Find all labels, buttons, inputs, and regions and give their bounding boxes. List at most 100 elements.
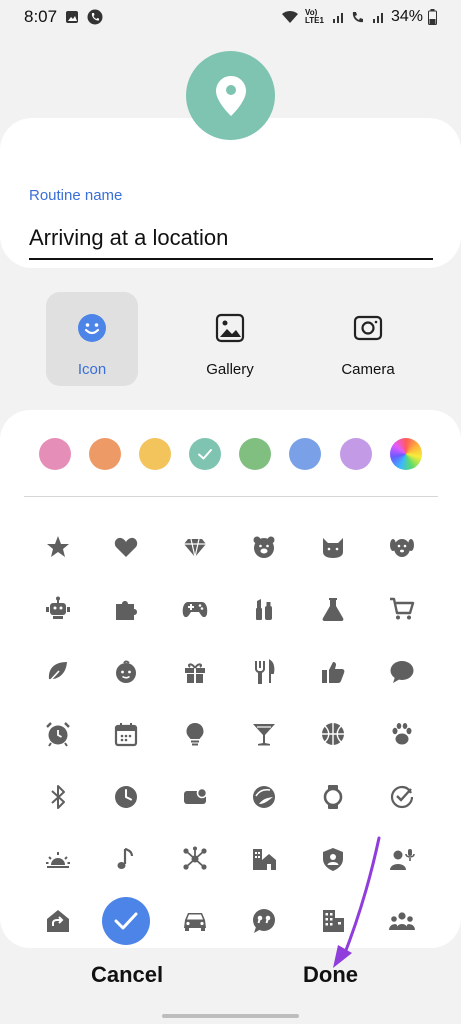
clock-icon — [115, 786, 137, 808]
icon-option[interactable] — [387, 594, 417, 624]
camera-option-button[interactable]: Camera — [322, 292, 414, 386]
icon-option[interactable] — [111, 719, 141, 749]
smiley-icon — [78, 314, 106, 342]
gallery-option-label: Gallery — [206, 361, 254, 378]
calendar-icon — [114, 723, 138, 747]
puzzle-icon — [116, 601, 137, 620]
done-button[interactable]: Done — [303, 962, 358, 988]
moon-icon — [253, 786, 275, 808]
icon-option[interactable] — [249, 782, 279, 812]
network-label: Vo) LTE1 — [304, 8, 324, 25]
icon-option[interactable] — [249, 594, 279, 624]
thumbs-up-icon — [322, 662, 345, 683]
icon-option[interactable] — [180, 782, 210, 812]
robot-icon — [46, 596, 70, 619]
icon-option[interactable] — [318, 782, 348, 812]
camera-icon — [353, 315, 383, 341]
icon-option[interactable] — [111, 532, 141, 562]
cat-icon — [323, 538, 343, 558]
utensils-icon — [255, 659, 275, 684]
icon-option[interactable] — [111, 594, 141, 624]
icon-option[interactable] — [318, 844, 348, 874]
routine-name-card: Routine name — [0, 118, 461, 268]
people-group-icon — [389, 912, 415, 930]
gamepad-icon — [182, 602, 208, 618]
signal-icon — [332, 13, 343, 23]
icon-option[interactable] — [43, 719, 73, 749]
person-mic-icon — [390, 849, 415, 870]
icon-picker-card — [0, 410, 461, 948]
icon-option[interactable] — [249, 532, 279, 562]
routine-name-label: Routine name — [29, 187, 123, 204]
sunrise-icon — [46, 852, 70, 868]
star-icon — [47, 536, 69, 557]
icon-option[interactable] — [387, 906, 417, 936]
wifi-calling-icon — [352, 12, 363, 23]
basketball-icon — [322, 723, 344, 745]
icon-option[interactable] — [180, 719, 210, 749]
status-bar: 8:07 Vo) LTE1 34% — [0, 0, 461, 34]
dog-icon — [390, 539, 414, 557]
car-icon — [184, 913, 206, 931]
icon-option[interactable] — [43, 532, 73, 562]
cancel-button[interactable]: Cancel — [91, 962, 163, 988]
bluetooth-icon — [51, 785, 65, 809]
shield-person-icon — [323, 848, 343, 871]
icon-option[interactable] — [318, 719, 348, 749]
icon-option[interactable] — [249, 844, 279, 874]
icon-option[interactable] — [318, 906, 348, 936]
icon-option[interactable] — [43, 844, 73, 874]
icon-option[interactable] — [43, 594, 73, 624]
routine-name-input[interactable] — [29, 218, 433, 260]
icon-option[interactable] — [180, 532, 210, 562]
office-building-icon — [323, 910, 344, 932]
quote-bubble-icon — [253, 909, 275, 933]
icon-option[interactable] — [111, 844, 141, 874]
battery-percent: 34% — [390, 8, 423, 25]
icon-option[interactable] — [102, 897, 150, 945]
icon-option[interactable] — [180, 657, 210, 687]
home-indicator — [162, 1014, 299, 1018]
icon-option[interactable] — [249, 657, 279, 687]
gallery-notification-icon — [66, 11, 79, 23]
location-pin-icon — [215, 75, 246, 116]
icon-option[interactable] — [43, 906, 73, 936]
icon-option[interactable] — [387, 844, 417, 874]
icon-option-button[interactable]: Icon — [46, 292, 138, 386]
toggle-icon — [184, 787, 208, 804]
icon-source-tabs: Icon Gallery Camera — [0, 292, 461, 388]
icon-option[interactable] — [387, 657, 417, 687]
cart-icon — [390, 597, 415, 620]
leaf-icon — [47, 662, 67, 684]
icon-option[interactable] — [387, 532, 417, 562]
watch-icon — [323, 785, 343, 809]
icon-option[interactable] — [111, 657, 141, 687]
routine-avatar — [186, 51, 275, 140]
icon-option[interactable] — [43, 782, 73, 812]
cosmetics-icon — [256, 599, 272, 620]
icon-option[interactable] — [318, 532, 348, 562]
icon-option[interactable] — [180, 844, 210, 874]
image-icon — [215, 313, 245, 343]
share-home-icon — [47, 910, 69, 932]
cocktail-icon — [253, 724, 275, 746]
icon-option[interactable] — [43, 657, 73, 687]
check-rotate-icon — [390, 785, 414, 809]
music-note-icon — [117, 847, 134, 869]
battery-icon — [428, 9, 437, 25]
icon-option[interactable] — [318, 657, 348, 687]
home-buildings-icon — [253, 849, 276, 870]
icon-option[interactable] — [180, 906, 210, 936]
gallery-option-button[interactable]: Gallery — [184, 292, 276, 386]
icon-option[interactable] — [387, 719, 417, 749]
icon-option[interactable] — [111, 782, 141, 812]
icon-option[interactable] — [249, 719, 279, 749]
checkmark-icon — [114, 912, 138, 930]
gift-icon — [185, 663, 205, 683]
icon-option[interactable] — [180, 594, 210, 624]
icon-grid — [0, 410, 461, 948]
heart-icon — [114, 537, 138, 557]
icon-option[interactable] — [249, 906, 279, 936]
icon-option[interactable] — [318, 594, 348, 624]
icon-option[interactable] — [387, 782, 417, 812]
